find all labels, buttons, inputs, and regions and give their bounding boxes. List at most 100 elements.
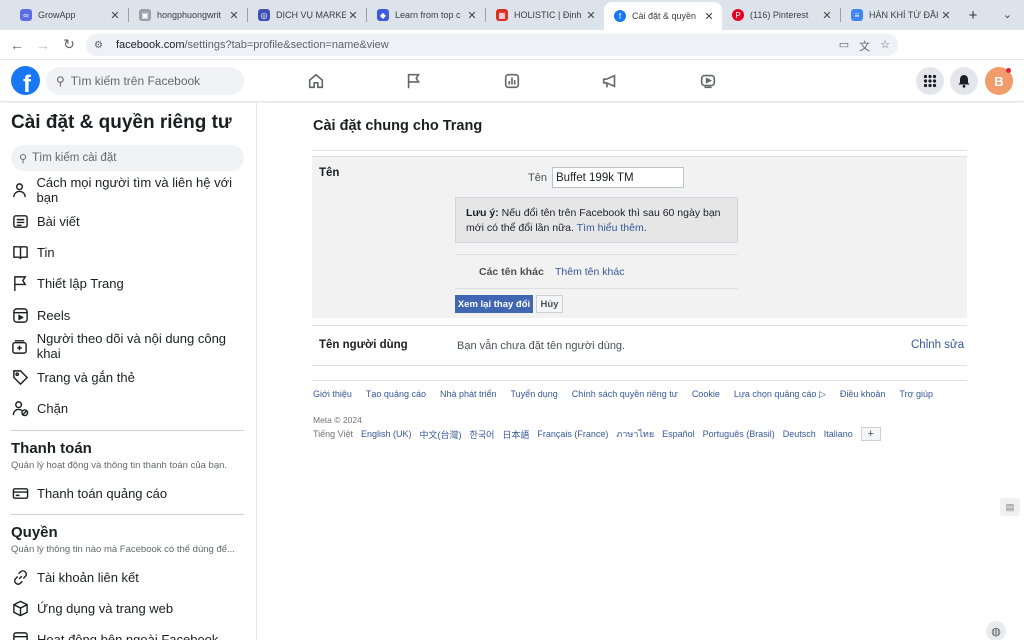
current-language: Tiếng Việt — [313, 429, 354, 439]
footer-divider — [312, 380, 967, 381]
footer-links: Giới thiệu Tạo quảng cáo Nhà phát triển … — [313, 389, 933, 400]
sidebar-item-ad-payments[interactable]: Thanh toán quảng cáo — [11, 481, 251, 505]
footer-link[interactable]: Giới thiệu — [313, 389, 352, 400]
translate-icon[interactable]: 文 — [859, 38, 870, 54]
language-link[interactable]: English (UK) — [361, 429, 412, 439]
language-link[interactable]: Italiano — [824, 429, 853, 439]
bookmark-star-icon[interactable]: ☆ — [880, 38, 890, 54]
globe-icon[interactable]: ◍ — [986, 621, 1006, 640]
facebook-search-input[interactable]: ⚲ Tìm kiếm trên Facebook — [46, 67, 244, 95]
browser-tab[interactable]: ◆ Learn from top c ✕ — [367, 0, 485, 30]
footer-link[interactable]: Cookie — [692, 389, 720, 400]
learn-more-link[interactable]: Tìm hiểu thêm — [577, 222, 644, 234]
notifications-bell-icon[interactable] — [950, 67, 978, 95]
close-tab-icon[interactable]: ✕ — [584, 9, 598, 22]
sidebar-item-blocking[interactable]: Chặn — [11, 396, 251, 420]
sidebar-item-tagging[interactable]: Trang và gắn thẻ — [11, 365, 251, 389]
sidebar-item-apps-websites[interactable]: Ứng dụng và trang web — [11, 596, 251, 620]
footer-link[interactable]: Tạo quảng cáo — [366, 389, 426, 400]
language-list: Tiếng Việt English (UK) 中文(台灣) 한국어 日本語 F… — [313, 427, 881, 441]
browser-tab[interactable]: ▦ HOLISTIC | Định ✕ — [486, 0, 604, 30]
megaphone-ads-icon[interactable] — [600, 71, 620, 91]
language-link[interactable]: Français (France) — [537, 429, 608, 439]
forward-arrow-icon[interactable]: → — [30, 37, 56, 53]
sidebar-item-followers[interactable]: Người theo dõi và nội dung công khai — [11, 331, 251, 361]
browser-tab[interactable]: P (116) Pinterest ✕ — [722, 0, 840, 30]
posts-icon — [11, 212, 29, 230]
sidebar-item-label: Reels — [37, 307, 71, 323]
sidebar-item-posts[interactable]: Bài viết — [11, 209, 251, 233]
sidebar-item-label: Ứng dụng và trang web — [37, 600, 174, 616]
site-info-icon[interactable]: ⚙ — [94, 38, 108, 52]
sidebar-item-reels[interactable]: Reels — [11, 303, 251, 327]
browser-tab[interactable]: ≡ HÀN KHÍ TỪ ĐẦI ✕ — [841, 0, 959, 30]
browser-tab[interactable]: ◎ DỊCH VỤ MARKE ✕ — [248, 0, 366, 30]
tab-title: GrowApp — [38, 10, 76, 20]
sidebar-item-offsite-activity[interactable]: Hoạt động bên ngoài Facebook — [11, 627, 251, 640]
credit-card-icon — [11, 484, 29, 502]
divider — [312, 150, 967, 151]
language-link[interactable]: Português (Brasil) — [703, 429, 775, 439]
address-bar[interactable]: ⚙ facebook.com/settings?tab=profile&sect… — [86, 34, 898, 56]
browser-tab[interactable]: ∞ GrowApp ✕ — [10, 0, 128, 30]
video-play-icon[interactable] — [698, 71, 718, 91]
link-icon — [11, 568, 29, 586]
back-arrow-icon[interactable]: ← — [4, 37, 30, 53]
footer-link[interactable]: Chính sách quyền riêng tư — [572, 389, 678, 400]
close-tab-icon[interactable]: ✕ — [227, 9, 241, 22]
language-link[interactable]: Deutsch — [783, 429, 816, 439]
language-link[interactable]: 한국어 — [470, 428, 495, 441]
close-tab-icon[interactable]: ✕ — [702, 10, 716, 23]
tab-search-chevron-icon[interactable]: ⌄ — [1003, 8, 1012, 21]
footer-link[interactable]: Tuyển dụng — [511, 389, 558, 400]
page-favicon-icon: ▣ — [139, 9, 151, 21]
browser-tab-active[interactable]: f Cài đặt & quyền ✕ — [604, 2, 722, 30]
tab-title: Learn from top c — [395, 10, 461, 20]
flag-icon — [11, 274, 29, 292]
floating-widget-icon[interactable]: ▤ — [1000, 498, 1020, 516]
close-tab-icon[interactable]: ✕ — [346, 9, 360, 22]
reload-icon[interactable]: ↻ — [56, 36, 82, 53]
footer-link[interactable]: Nhà phát triển — [440, 389, 497, 400]
footer-link[interactable]: Trợ giúp — [899, 389, 933, 400]
language-link[interactable]: 中文(台灣) — [420, 428, 462, 441]
browser-tab[interactable]: ▣ hongphuongwrit ✕ — [129, 0, 247, 30]
facebook-favicon-icon: f — [614, 10, 626, 22]
tab-title: DỊCH VỤ MARKE — [276, 10, 346, 20]
followers-icon — [11, 337, 29, 355]
new-tab-icon[interactable]: + — [963, 7, 983, 24]
review-changes-button[interactable]: Xem lại thay đổi — [455, 295, 533, 313]
tab-title: hongphuongwrit — [157, 10, 222, 20]
more-languages-button[interactable]: + — [860, 427, 881, 441]
install-app-icon[interactable]: ▭ — [839, 38, 849, 54]
language-link[interactable]: Español — [662, 429, 695, 439]
divider — [455, 254, 738, 255]
home-icon[interactable] — [306, 71, 326, 91]
search-icon: ⚲ — [56, 74, 65, 88]
add-other-name-link[interactable]: Thêm tên khác — [555, 266, 624, 278]
language-link[interactable]: 日本語 — [502, 428, 529, 441]
url-host: facebook.com — [116, 39, 185, 51]
language-link[interactable]: ภาษาไทย — [616, 427, 654, 441]
footer-link[interactable]: Điều khoản — [840, 389, 886, 400]
footer-link-ad-choices[interactable]: Lựa chọn quảng cáo ▷ — [734, 389, 826, 400]
sidebar-item-stories[interactable]: Tin — [11, 240, 251, 264]
facebook-logo[interactable]: f — [11, 66, 40, 95]
sidebar-item-find-contact[interactable]: Cách mọi người tìm và liên hệ với bạn — [11, 175, 251, 205]
close-tab-icon[interactable]: ✕ — [108, 9, 122, 22]
sidebar-item-page-setup[interactable]: Thiết lập Trang — [11, 271, 251, 295]
menu-grid-icon[interactable] — [916, 67, 944, 95]
close-tab-icon[interactable]: ✕ — [820, 9, 834, 22]
settings-search-placeholder: Tìm kiếm cài đặt — [32, 152, 117, 164]
settings-search-input[interactable]: ⚲ Tìm kiếm cài đặt — [11, 145, 244, 171]
close-tab-icon[interactable]: ✕ — [465, 9, 479, 22]
insights-chart-icon[interactable] — [502, 71, 522, 91]
notification-dot — [1006, 68, 1011, 73]
close-tab-icon[interactable]: ✕ — [939, 9, 953, 22]
cancel-button[interactable]: Hủy — [536, 295, 563, 313]
pages-flag-icon[interactable] — [404, 71, 424, 91]
browser-toolbar: ← → ↻ ⚙ facebook.com/settings?tab=profil… — [0, 30, 1024, 82]
sidebar-item-linked-accounts[interactable]: Tài khoản liên kết — [11, 565, 251, 589]
page-name-input[interactable] — [552, 167, 684, 188]
edit-username-link[interactable]: Chỉnh sửa — [911, 339, 964, 351]
